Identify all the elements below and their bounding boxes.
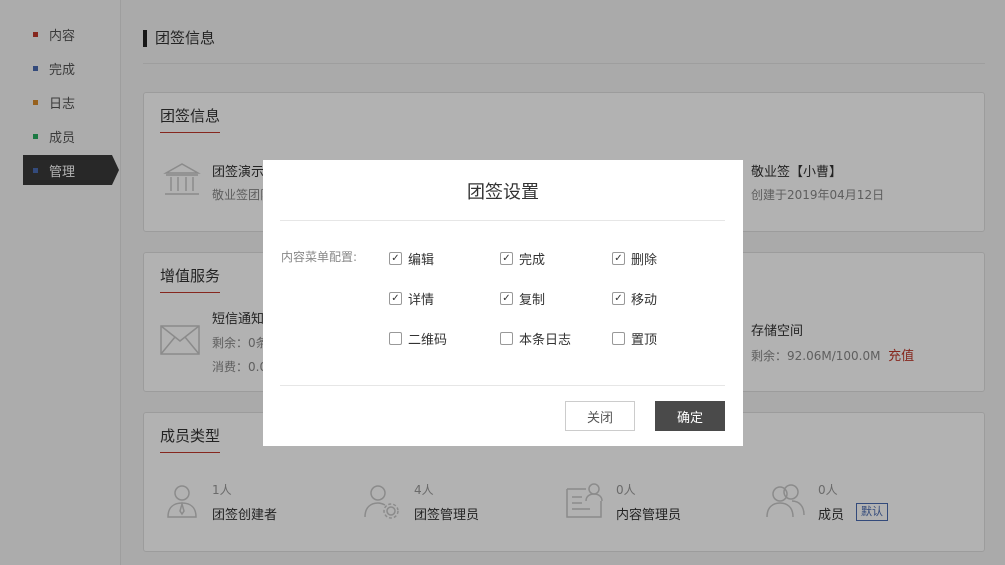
- close-button[interactable]: 关闭: [565, 401, 635, 431]
- option-label: 编辑: [408, 253, 435, 268]
- option-qrcode[interactable]: 二维码: [389, 329, 447, 348]
- option-label: 二维码: [408, 333, 448, 348]
- option-detail[interactable]: ✓ 详情: [389, 289, 434, 308]
- option-edit[interactable]: ✓ 编辑: [389, 249, 434, 268]
- dialog-title: 团签设置: [467, 182, 539, 203]
- checkbox-icon: ✓: [612, 252, 625, 265]
- option-label: 复制: [519, 293, 546, 308]
- divider: [280, 385, 725, 386]
- content-menu-config-label: 内容菜单配置:: [281, 250, 358, 264]
- option-copy[interactable]: ✓ 复制: [500, 289, 545, 308]
- option-label: 详情: [408, 293, 435, 308]
- option-delete[interactable]: ✓ 删除: [612, 249, 657, 268]
- option-pin-top[interactable]: 置顶: [612, 329, 657, 348]
- option-label: 本条日志: [519, 333, 572, 348]
- confirm-button[interactable]: 确定: [655, 401, 725, 431]
- checkbox-icon: ✓: [612, 292, 625, 305]
- team-settings-dialog: 团签设置 内容菜单配置: ✓ 编辑 ✓ 完成 ✓ 删除 ✓ 详情 ✓ 复制 ✓ 移动 二维码…: [263, 160, 743, 446]
- option-item-log[interactable]: 本条日志: [500, 329, 571, 348]
- divider: [280, 220, 725, 221]
- option-label: 完成: [519, 253, 546, 268]
- checkbox-icon: ✓: [389, 292, 402, 305]
- option-move[interactable]: ✓ 移动: [612, 289, 657, 308]
- checkbox-icon: ✓: [500, 292, 513, 305]
- checkbox-icon: ✓: [389, 252, 402, 265]
- checkbox-icon: [500, 332, 513, 345]
- checkbox-icon: ✓: [500, 252, 513, 265]
- option-done[interactable]: ✓ 完成: [500, 249, 545, 268]
- option-label: 删除: [631, 253, 658, 268]
- option-label: 置顶: [631, 333, 658, 348]
- checkbox-icon: [612, 332, 625, 345]
- option-label: 移动: [631, 293, 658, 308]
- checkbox-icon: [389, 332, 402, 345]
